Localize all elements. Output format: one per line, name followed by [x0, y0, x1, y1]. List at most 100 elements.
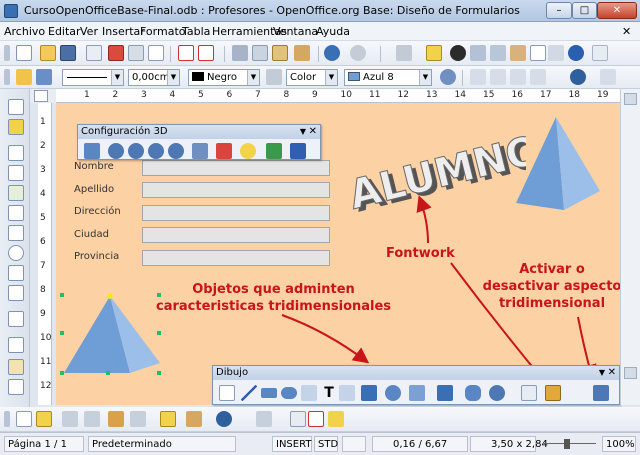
- scroll-down-arrow[interactable]: [624, 367, 637, 379]
- design-mode-icon[interactable]: [8, 119, 24, 135]
- combo-box-icon[interactable]: [8, 337, 24, 353]
- page-style[interactable]: Predeterminado: [88, 436, 236, 452]
- basic-shapes-icon[interactable]: [361, 385, 377, 401]
- shadow-icon[interactable]: [440, 69, 456, 85]
- text-box-icon[interactable]: [8, 205, 24, 221]
- lighting-icon[interactable]: [240, 143, 256, 159]
- nonprinting-chars-icon[interactable]: [530, 45, 546, 61]
- block-arrows-icon[interactable]: [409, 385, 425, 401]
- anchor-icon[interactable]: [570, 69, 586, 85]
- print-icon[interactable]: [128, 45, 144, 61]
- text-tool-icon[interactable]: T: [321, 385, 337, 401]
- insert-mode[interactable]: INSERT: [272, 436, 312, 452]
- scroll-up-arrow[interactable]: [624, 93, 637, 105]
- line-tool-icon[interactable]: [241, 385, 257, 401]
- open-folder-icon[interactable]: [40, 45, 56, 61]
- config3d-close-button[interactable]: ✕: [309, 125, 317, 139]
- add-field-icon[interactable]: [130, 411, 146, 427]
- tab-order-icon[interactable]: [186, 411, 202, 427]
- select-arrow-icon[interactable]: [219, 385, 235, 401]
- option-button-icon[interactable]: [8, 245, 24, 261]
- vertical-scrollbar[interactable]: [620, 89, 640, 405]
- zoom-icon[interactable]: [548, 45, 564, 61]
- zoom-slider[interactable]: [540, 436, 600, 452]
- dibujo-close-button[interactable]: ✕: [608, 366, 616, 380]
- data-sources-icon[interactable]: [510, 45, 526, 61]
- vertical-ruler[interactable]: 1 2 3 4 5 6 7 8 9 10 11 12: [38, 103, 52, 405]
- save-icon[interactable]: [60, 45, 76, 61]
- callout-tool-icon[interactable]: [339, 385, 355, 401]
- horizontal-ruler[interactable]: 1 2 3 4 5 6 7 8 9 10 11 12 13 14 15 16 17 18 19: [56, 89, 620, 103]
- extrusion-toggle-icon[interactable]: [84, 143, 100, 159]
- minimize-button[interactable]: –: [546, 2, 572, 19]
- surface-icon[interactable]: [266, 143, 282, 159]
- toolbar-menu-icon[interactable]: ▼: [599, 366, 605, 380]
- send-to-back-icon[interactable]: [490, 69, 506, 85]
- new-doc-icon[interactable]: [16, 45, 32, 61]
- find-binoculars-icon[interactable]: [450, 45, 466, 61]
- helplines-icon[interactable]: [328, 411, 344, 427]
- flowchart-icon[interactable]: [437, 385, 453, 401]
- tilt-left-icon[interactable]: [148, 143, 164, 159]
- menu-ayuda[interactable]: Ayuda: [316, 25, 350, 38]
- close-button[interactable]: ✕: [597, 2, 637, 19]
- more-controls-icon[interactable]: [8, 379, 24, 395]
- fill-color-select[interactable]: Azul 8 ▼: [344, 69, 432, 86]
- direction-icon[interactable]: [216, 143, 232, 159]
- menu-ver[interactable]: Ver: [80, 25, 98, 38]
- fontwork-gallery-icon[interactable]: [545, 385, 561, 401]
- align-icon[interactable]: [256, 411, 272, 427]
- line-icon[interactable]: [16, 69, 32, 85]
- preview-icon[interactable]: [148, 45, 164, 61]
- 3d-color-icon[interactable]: [290, 143, 306, 159]
- close-document-button[interactable]: ✕: [622, 25, 631, 38]
- control-wizard-icon[interactable]: [8, 145, 24, 161]
- toolbar-menu-icon[interactable]: ▼: [300, 125, 306, 139]
- control-properties-icon[interactable]: [62, 411, 78, 427]
- zoom-percent[interactable]: 100%: [602, 436, 636, 452]
- navigator-icon[interactable]: [470, 45, 486, 61]
- fill-type-select[interactable]: Color ▼: [286, 69, 338, 86]
- list-box-icon[interactable]: [8, 225, 24, 241]
- bring-to-front-icon[interactable]: [470, 69, 486, 85]
- label-field-icon[interactable]: [8, 265, 24, 281]
- export-pdf-icon[interactable]: [108, 45, 124, 61]
- edit-doc-icon[interactable]: [86, 45, 102, 61]
- grid-icon[interactable]: [290, 411, 306, 427]
- undo-icon[interactable]: [324, 45, 340, 61]
- align-icon[interactable]: [530, 69, 546, 85]
- tilt-right-icon[interactable]: [168, 143, 184, 159]
- form-navigator-icon[interactable]: [108, 411, 124, 427]
- redo-icon[interactable]: [350, 45, 366, 61]
- anchor-icon[interactable]: [216, 411, 232, 427]
- copy-icon[interactable]: [252, 45, 268, 61]
- edit-draw-icon[interactable]: [160, 411, 176, 427]
- autospell-icon[interactable]: [198, 45, 214, 61]
- menu-editar[interactable]: Editar: [48, 25, 81, 38]
- form-properties-icon[interactable]: [8, 165, 24, 181]
- tilt-down-icon[interactable]: [108, 143, 124, 159]
- checkbox-control-icon[interactable]: [8, 185, 24, 201]
- menu-tabla[interactable]: Tabla: [182, 25, 210, 38]
- ellipse-tool-icon[interactable]: [281, 387, 297, 399]
- paste-icon[interactable]: [272, 45, 288, 61]
- design-mode-icon[interactable]: [36, 411, 52, 427]
- callouts-icon[interactable]: [465, 385, 481, 401]
- menu-ventana[interactable]: Ventana: [273, 25, 318, 38]
- area-style-icon[interactable]: [266, 69, 282, 85]
- dibujo-title-bar[interactable]: Dibujo ▼ ✕: [213, 366, 619, 380]
- menu-insertar[interactable]: Insertar: [102, 25, 145, 38]
- snap-to-grid-icon[interactable]: [308, 411, 324, 427]
- draw-functions-icon[interactable]: [426, 45, 442, 61]
- form-properties-icon[interactable]: [84, 411, 100, 427]
- line-color-select[interactable]: Negro ▼: [188, 69, 260, 86]
- selection-mode[interactable]: STD: [314, 436, 338, 452]
- tilt-up-icon[interactable]: [128, 143, 144, 159]
- hyperlink-icon[interactable]: [396, 45, 412, 61]
- help-icon[interactable]: [568, 45, 584, 61]
- arrange-icon[interactable]: [510, 69, 526, 85]
- select-arrow-icon[interactable]: [16, 411, 32, 427]
- menu-archivo[interactable]: Archivo: [4, 25, 45, 38]
- stars-icon[interactable]: [489, 385, 505, 401]
- wrap-icon[interactable]: [600, 69, 616, 85]
